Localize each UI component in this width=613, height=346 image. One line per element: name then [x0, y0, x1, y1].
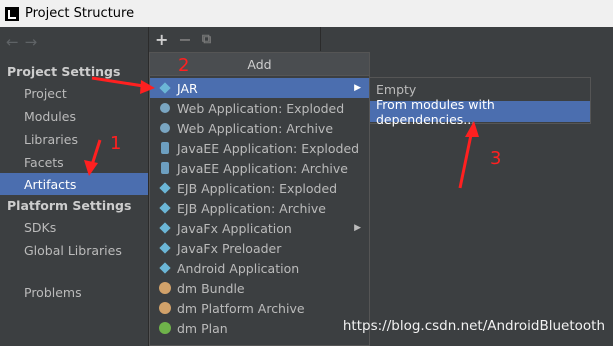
annotation-number-1: 1: [110, 133, 122, 154]
sidebar-item-global-libraries[interactable]: Global Libraries: [0, 239, 148, 261]
javaee-icon: [159, 142, 171, 154]
forward-arrow-icon[interactable]: →: [25, 33, 44, 51]
submenu-arrow-icon: ▶: [354, 83, 361, 93]
menu-item-dm-plan[interactable]: dm Plan: [150, 318, 369, 338]
menu-item-label: EJB Application: Exploded: [177, 180, 338, 196]
history-nav: ←→: [6, 33, 43, 51]
web-app-icon: [159, 122, 171, 134]
menu-item-label: Web Application: Archive: [177, 120, 334, 136]
ejb-icon: [159, 182, 171, 194]
menu-item-label: JavaFx Preloader: [177, 240, 282, 256]
jar-submenu: Empty From modules with dependencies...: [369, 77, 591, 127]
menu-item-label: dm Bundle: [177, 280, 245, 296]
artifacts-toolbar-area: [149, 27, 613, 49]
sidebar-item-artifacts[interactable]: Artifacts: [0, 173, 148, 195]
menu-item-javaee-archive[interactable]: JavaEE Application: Archive: [150, 158, 369, 178]
menu-item-javaee-exploded[interactable]: JavaEE Application: Exploded: [150, 138, 369, 158]
dm-plan-icon: [159, 322, 171, 334]
sidebar-item-sdks[interactable]: SDKs: [0, 216, 148, 238]
menu-item-label: JAR: [177, 80, 198, 96]
toolbar-divider: [320, 27, 321, 51]
menu-item-web-app-exploded[interactable]: Web Application: Exploded: [150, 98, 369, 118]
menu-item-label: Web Application: Exploded: [177, 100, 345, 116]
sidebar-item-project[interactable]: Project: [0, 82, 148, 104]
menu-item-javafx-application[interactable]: JavaFx Application ▶: [150, 218, 369, 238]
menu-item-label: JavaFx Application: [177, 220, 292, 236]
jar-icon: [159, 82, 171, 94]
back-arrow-icon[interactable]: ←: [6, 33, 25, 51]
title-bar: Project Structure: [0, 0, 613, 27]
menu-item-label: JavaEE Application: Archive: [177, 160, 348, 176]
menu-item-label: EJB Application: Archive: [177, 200, 326, 216]
sidebar-item-modules[interactable]: Modules: [0, 105, 148, 127]
ejb-icon: [159, 202, 171, 214]
javafx-icon: [159, 222, 171, 234]
submenu-item-from-modules[interactable]: From modules with dependencies...: [370, 97, 590, 127]
menu-item-javafx-preloader[interactable]: JavaFx Preloader: [150, 238, 369, 258]
javafx-icon: [159, 242, 171, 254]
copy-icon[interactable]: ⧉: [202, 32, 211, 47]
artifacts-toolbar: + − ⧉: [155, 30, 211, 49]
menu-item-dm-bundle[interactable]: dm Bundle: [150, 278, 369, 298]
add-artifact-popup: Add JAR ▶ Web Application: Exploded Web …: [149, 52, 370, 346]
web-app-icon: [159, 102, 171, 114]
submenu-arrow-icon: ▶: [354, 223, 361, 233]
add-icon[interactable]: +: [155, 30, 168, 49]
menu-item-web-app-archive[interactable]: Web Application: Archive: [150, 118, 369, 138]
menu-item-label: JavaEE Application: Exploded: [177, 140, 360, 156]
dm-icon: [159, 302, 171, 314]
sidebar-item-libraries[interactable]: Libraries: [0, 128, 148, 150]
menu-item-jar[interactable]: JAR ▶: [150, 78, 369, 98]
menu-item-android-application[interactable]: Android Application: [150, 258, 369, 278]
menu-item-ejb-archive[interactable]: EJB Application: Archive: [150, 198, 369, 218]
remove-icon[interactable]: −: [178, 30, 191, 49]
menu-item-label: dm Plan: [177, 320, 228, 336]
menu-item-label: dm Platform Archive: [177, 300, 305, 316]
annotation-number-2: 2: [178, 55, 190, 76]
menu-item-ejb-exploded[interactable]: EJB Application: Exploded: [150, 178, 369, 198]
sidebar-item-facets[interactable]: Facets: [0, 151, 148, 173]
project-settings-header: Project Settings: [7, 64, 121, 79]
menu-item-dm-platform-archive[interactable]: dm Platform Archive: [150, 298, 369, 318]
android-icon: [159, 262, 171, 274]
sidebar: ←→ Project Settings Project Modules Libr…: [0, 27, 148, 346]
platform-settings-header: Platform Settings: [7, 198, 132, 213]
sidebar-item-problems[interactable]: Problems: [0, 281, 148, 303]
intellij-icon: [5, 6, 19, 21]
menu-item-label: Android Application: [177, 260, 300, 276]
annotation-number-3: 3: [490, 148, 502, 169]
window-title: Project Structure: [25, 6, 135, 21]
dm-icon: [159, 282, 171, 294]
javaee-icon: [159, 162, 171, 174]
watermark: https://blog.csdn.net/AndroidBluetooth: [342, 318, 605, 334]
